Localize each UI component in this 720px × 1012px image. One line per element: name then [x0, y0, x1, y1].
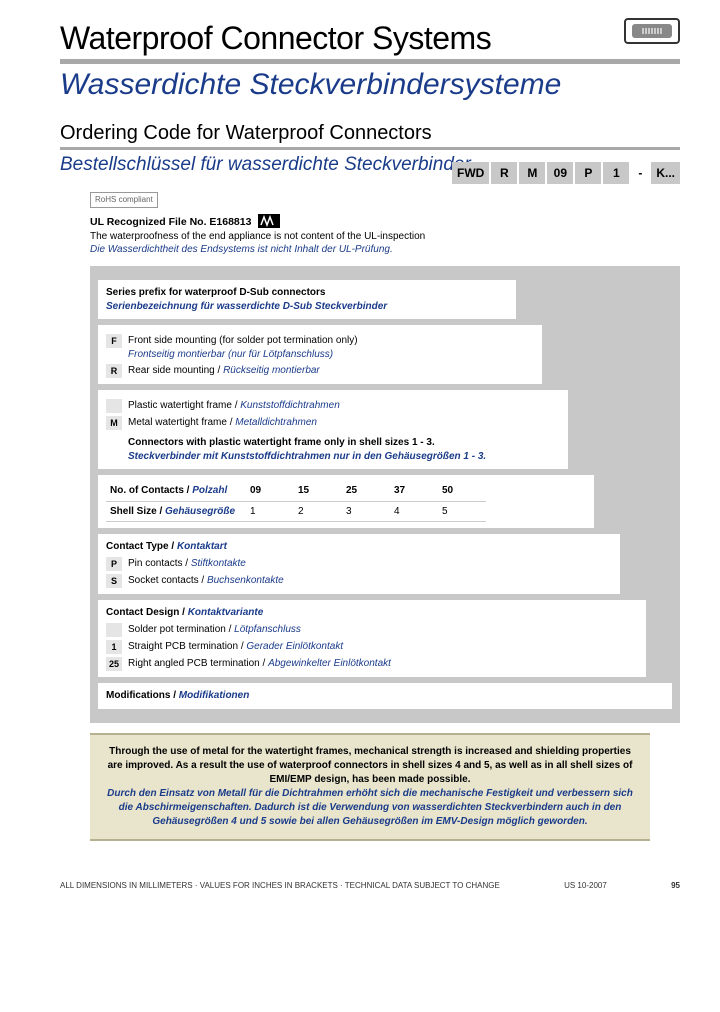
shell-en: Shell Size / — [110, 506, 165, 517]
frame-p-en: Plastic watertight frame / — [128, 400, 240, 411]
footer-left: ALL DIMENSIONS IN MILLIMETERS · VALUES F… — [60, 881, 500, 890]
cd-2-en: Straight PCB termination / — [128, 641, 246, 652]
cdesign-en: Contact Design / — [106, 607, 188, 618]
key-p: P — [106, 557, 122, 571]
row-series: Series prefix for waterproof D-Sub conne… — [98, 280, 516, 319]
ctype-s-de: Buchsenkontakte — [207, 575, 284, 586]
code-r: R — [491, 162, 517, 184]
key-25: 25 — [106, 657, 122, 671]
footer: ALL DIMENSIONS IN MILLIMETERS · VALUES F… — [0, 851, 720, 898]
footer-mid: US 10-2007 — [564, 881, 607, 890]
key-r: R — [106, 364, 122, 378]
connector-icon — [624, 18, 680, 44]
code-m: M — [519, 162, 545, 184]
code-dash: - — [631, 162, 649, 184]
ctype-p-de: Stiftkontakte — [191, 558, 246, 569]
s-3: 3 — [342, 502, 390, 523]
frame-m-en: Metal watertight frame / — [128, 417, 235, 428]
ctype-de: Kontaktart — [177, 541, 227, 552]
mount-r-de: Rückseitig montierbar — [223, 365, 320, 376]
c-37: 37 — [390, 481, 438, 502]
s-1: 1 — [246, 502, 294, 523]
row-contact-type: Contact Type / Kontaktart P Pin contacts … — [98, 534, 620, 594]
ul-note-en: The waterproofness of the end appliance … — [90, 231, 425, 242]
c-15: 15 — [294, 481, 342, 502]
frame-p-de: Kunststoffdichtrahmen — [240, 400, 340, 411]
ctype-en: Contact Type / — [106, 541, 177, 552]
frame-m-de: Metalldichtrahmen — [235, 417, 317, 428]
mods-de: Modifikationen — [179, 690, 250, 701]
contacts-en: No. of Contacts / — [110, 485, 192, 496]
row-contact-design: Contact Design / Kontaktvariante Solder … — [98, 600, 646, 677]
key-blank — [106, 399, 122, 413]
code-k: K... — [651, 162, 680, 184]
frame-note-en: Connectors with plastic watertight frame… — [128, 437, 435, 448]
rule — [60, 147, 680, 150]
note-en: Through the use of metal for the waterti… — [108, 746, 633, 785]
mount-f-en: Front side mounting (for solder pot term… — [128, 335, 358, 346]
row-mounting: F Front side mounting (for solder pot ter… — [98, 325, 542, 384]
cd-2-de: Gerader Einlötkontakt — [246, 641, 343, 652]
code-tree: Series prefix for waterproof D-Sub conne… — [90, 266, 680, 723]
series-en: Series prefix for waterproof D-Sub conne… — [106, 287, 326, 298]
ul-block: RoHS compliant UL Recognized File No. E1… — [90, 192, 680, 256]
key-m: M — [106, 416, 122, 430]
key-f: F — [106, 334, 122, 348]
series-de: Serienbezeichnung für wasserdichte D-Sub… — [106, 301, 387, 312]
code-boxes: FWD R M 09 P 1 - K... — [452, 162, 680, 184]
note-box: Through the use of metal for the waterti… — [90, 733, 650, 841]
code-p: P — [575, 162, 601, 184]
key-1: 1 — [106, 640, 122, 654]
mods-en: Modifications / — [106, 690, 179, 701]
row-modifications: Modifications / Modifikationen — [98, 683, 672, 709]
s-2: 2 — [294, 502, 342, 523]
mount-f-de: Frontseitig montierbar (nur für Lötpfans… — [128, 349, 333, 360]
s-5: 5 — [438, 502, 486, 523]
c-25: 25 — [342, 481, 390, 502]
cdesign-de: Kontaktvariante — [188, 607, 264, 618]
ul-file-no: UL Recognized File No. E168813 — [90, 216, 251, 228]
ul-note-de: Die Wasserdichtheit des Endsystems ist n… — [90, 244, 393, 255]
cd-1-en: Solder pot termination / — [128, 624, 234, 635]
key-blank2 — [106, 623, 122, 637]
c-09: 09 — [246, 481, 294, 502]
rule — [60, 59, 680, 64]
code-1: 1 — [603, 162, 629, 184]
title-de: Wasserdichte Steckverbindersysteme — [60, 68, 680, 102]
code-fwd: FWD — [452, 162, 489, 184]
ctype-p-en: Pin contacts / — [128, 558, 191, 569]
cd-1-de: Lötpfanschluss — [234, 624, 301, 635]
s-4: 4 — [390, 502, 438, 523]
code-09: 09 — [547, 162, 573, 184]
c-50: 50 — [438, 481, 486, 502]
rohs-badge: RoHS compliant — [90, 192, 158, 208]
note-de: Durch den Einsatz von Metall für die Dic… — [107, 788, 633, 827]
page-number: 95 — [671, 881, 680, 890]
row-frame: Plastic watertight frame / Kunststoffdic… — [98, 390, 568, 469]
row-contacts: No. of Contacts / Polzahl 09 15 25 37 50… — [98, 475, 594, 528]
frame-note-de: Steckverbinder mit Kunststoffdichtrahmen… — [128, 451, 486, 462]
mount-r-en: Rear side mounting / — [128, 365, 223, 376]
contacts-de: Polzahl — [192, 485, 227, 496]
shell-de: Gehäusegröße — [165, 506, 235, 517]
key-s: S — [106, 574, 122, 588]
title-en: Waterproof Connector Systems — [60, 20, 680, 57]
section-en: Ordering Code for Waterproof Connectors — [60, 122, 680, 145]
cd-3-de: Abgewinkelter Einlötkontakt — [268, 658, 391, 669]
ctype-s-en: Socket contacts / — [128, 575, 207, 586]
cd-3-en: Right angled PCB termination / — [128, 658, 268, 669]
ul-logo-icon — [258, 214, 280, 228]
